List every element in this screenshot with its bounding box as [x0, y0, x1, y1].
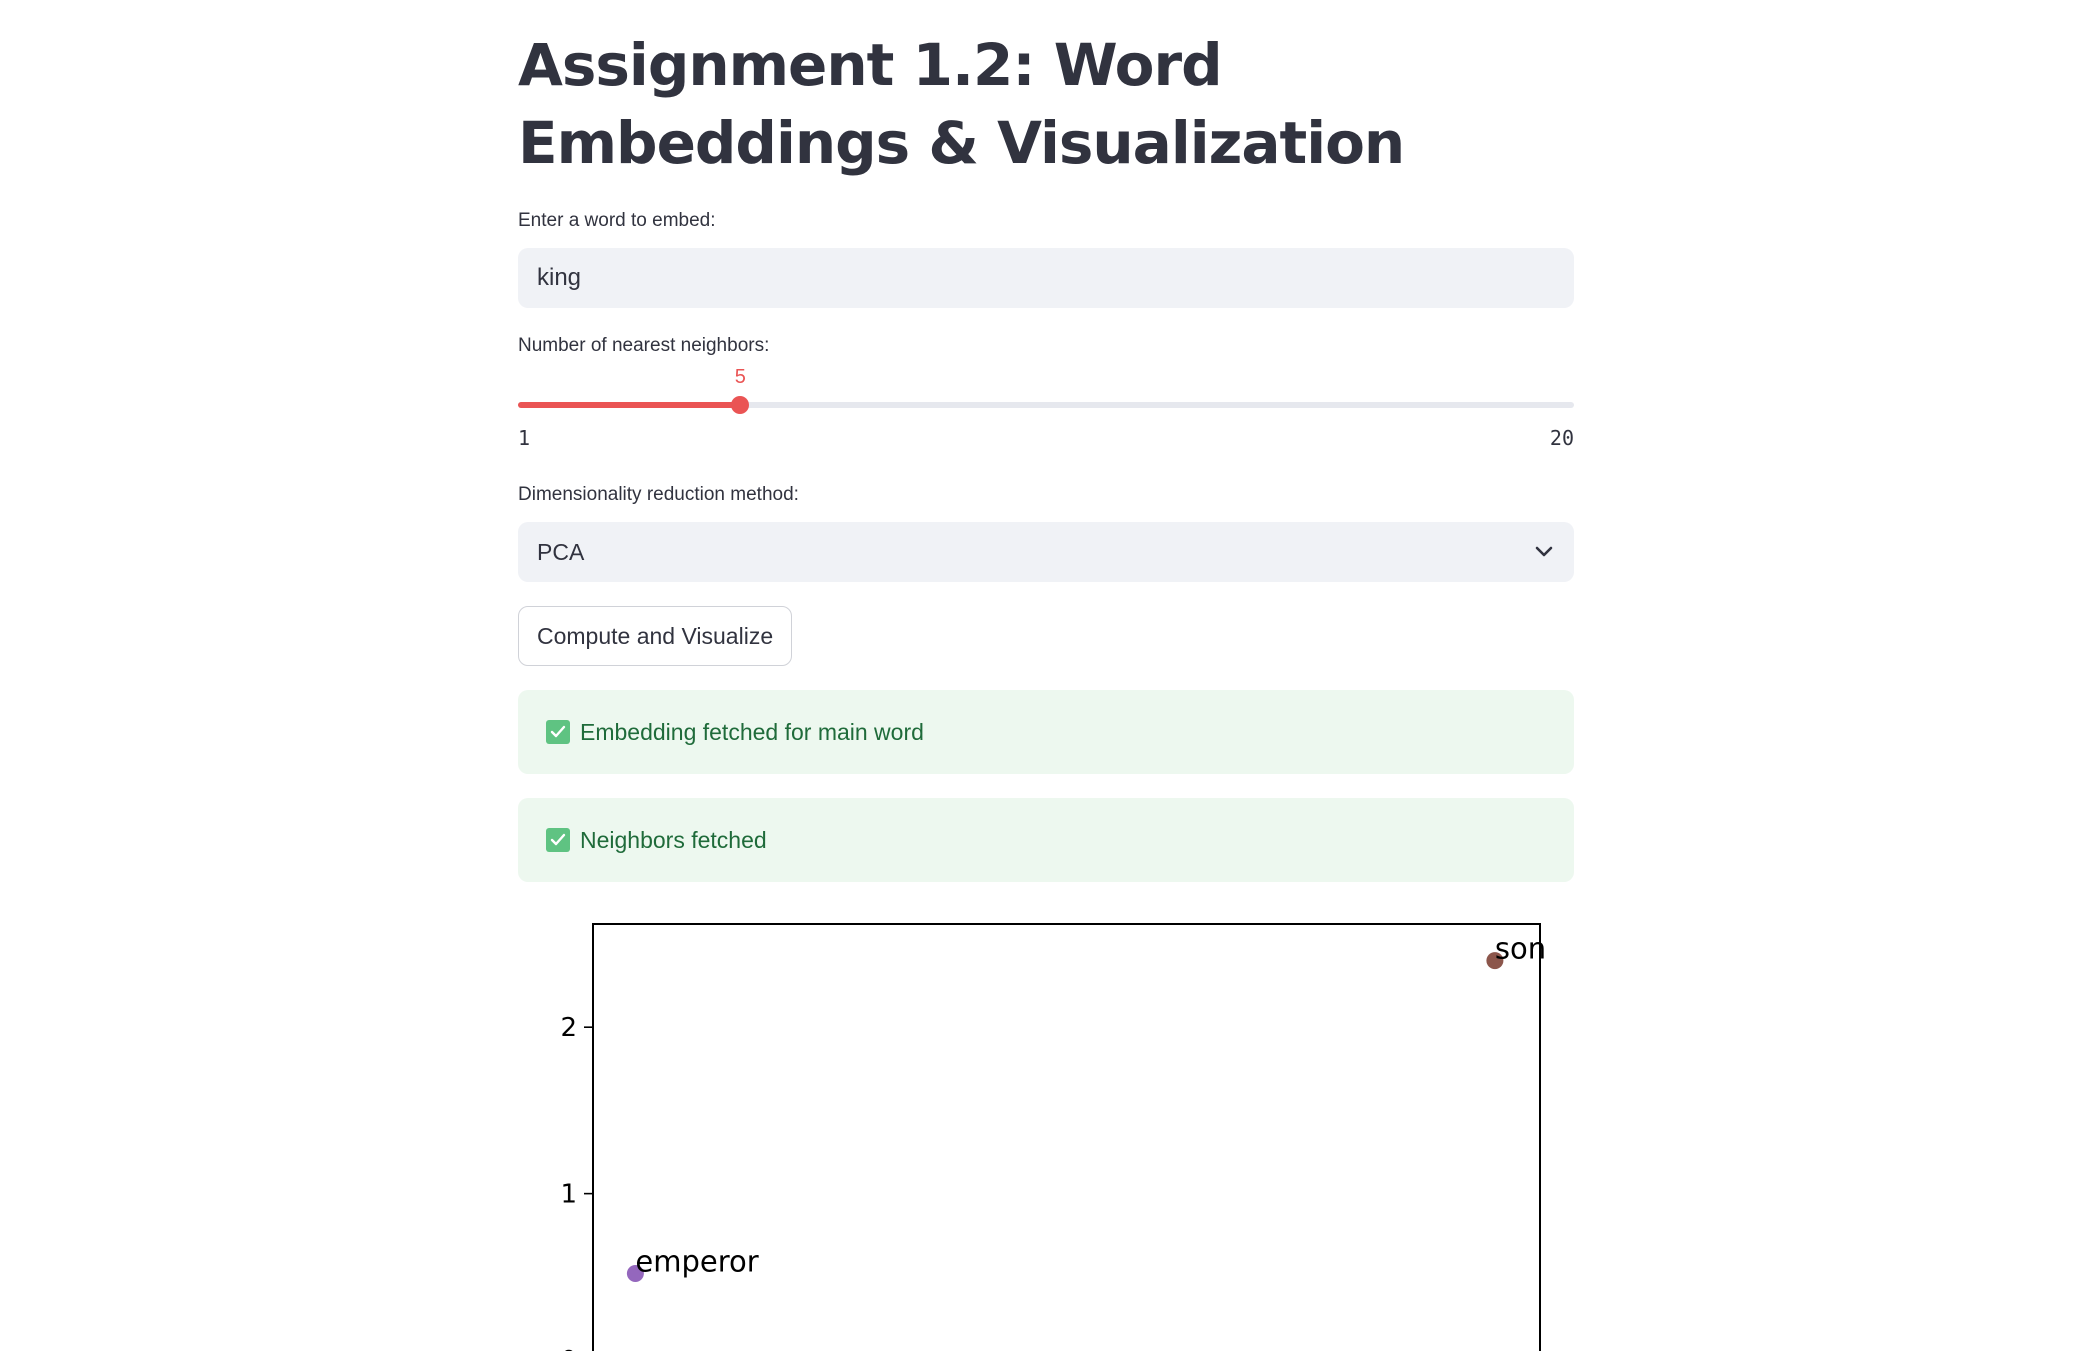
- alert-text: Neighbors fetched: [580, 826, 767, 853]
- point-label: son: [1495, 932, 1546, 966]
- point-label: emperor: [635, 1245, 758, 1279]
- y-tick-label: 1: [560, 1180, 577, 1210]
- embedding-scatter-chart: 012kingprinceemperorson: [560, 923, 1546, 1351]
- plot-frame: [592, 923, 1541, 1351]
- alert-neighbors-fetched: Neighbors fetched: [518, 798, 1574, 882]
- compute-visualize-button[interactable]: Compute and Visualize: [518, 606, 793, 666]
- neighbors-slider-label: Number of nearest neighbors:: [518, 335, 770, 356]
- slider-min-label: 1: [518, 426, 531, 450]
- slider-current-value: 5: [734, 366, 746, 388]
- y-tick-label: 2: [560, 1013, 577, 1043]
- slider-fill: [518, 402, 741, 408]
- check-box-icon: [546, 720, 570, 744]
- alert-embedding-fetched: Embedding fetched for main word: [518, 690, 1574, 774]
- word-input[interactable]: [518, 248, 1574, 308]
- slider-max-label: 20: [1549, 426, 1574, 450]
- page-title: Assignment 1.2: Word Embeddings & Visual…: [518, 31, 1405, 177]
- check-box-icon: [546, 828, 570, 852]
- y-tick-label: 0: [560, 1346, 577, 1351]
- word-input-label: Enter a word to embed:: [518, 210, 716, 231]
- method-select-value: PCA: [537, 538, 585, 565]
- chevron-down-icon[interactable]: [1533, 541, 1555, 563]
- method-select-label: Dimensionality reduction method:: [518, 484, 799, 505]
- method-select[interactable]: PCA: [518, 522, 1574, 582]
- alert-text: Embedding fetched for main word: [580, 718, 924, 745]
- slider-thumb[interactable]: [731, 396, 750, 414]
- neighbors-slider[interactable]: 5 1 20: [518, 366, 1574, 450]
